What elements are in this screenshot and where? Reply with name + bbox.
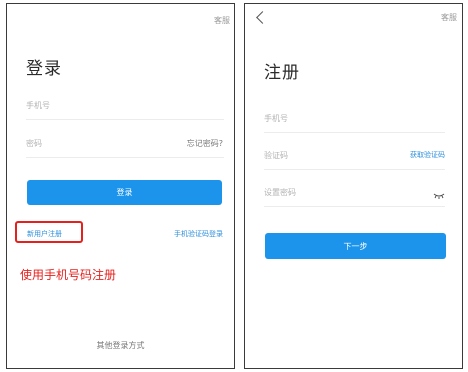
get-code-button[interactable]: 获取验证码 <box>410 150 445 160</box>
other-login-methods-link[interactable]: 其他登录方式 <box>7 340 234 351</box>
customer-service-link[interactable]: 客服 <box>441 12 457 23</box>
phone-input[interactable]: 手机号 <box>264 107 445 133</box>
phone-placeholder: 手机号 <box>264 114 288 123</box>
new-user-register-link[interactable]: 新用户注册 <box>27 229 62 239</box>
phone-divider <box>264 132 445 133</box>
phone-divider <box>26 119 224 120</box>
login-button[interactable]: 登录 <box>27 180 222 205</box>
password-visibility-toggle[interactable] <box>433 185 445 199</box>
sms-login-link[interactable]: 手机验证码登录 <box>174 229 223 239</box>
set-password-placeholder: 设置密码 <box>264 188 296 197</box>
phone-input[interactable]: 手机号 <box>26 94 224 120</box>
register-annotation: 使用手机号码注册 <box>20 268 117 282</box>
phone-placeholder: 手机号 <box>26 101 50 110</box>
login-screen: 客服 登录 手机号 密码 忘记密码? 登录 新用户注册 手机验证码登录 使用手机… <box>6 3 235 369</box>
eye-closed-icon <box>433 193 445 199</box>
login-title: 登录 <box>26 59 62 79</box>
chevron-left-icon <box>256 11 269 24</box>
customer-service-link[interactable]: 客服 <box>214 15 230 26</box>
register-screen: 客服 注册 手机号 验证码 获取验证码 设置密码 下一步 <box>244 3 463 369</box>
password-placeholder: 密码 <box>26 139 42 148</box>
register-title: 注册 <box>264 63 300 83</box>
code-divider <box>264 169 445 170</box>
set-password-input[interactable]: 设置密码 <box>264 181 445 207</box>
code-placeholder: 验证码 <box>264 151 288 160</box>
password-divider <box>264 206 445 207</box>
password-divider <box>26 157 224 158</box>
next-step-button[interactable]: 下一步 <box>265 233 446 259</box>
forgot-password-link[interactable]: 忘记密码? <box>187 138 223 149</box>
back-button[interactable] <box>254 11 269 25</box>
